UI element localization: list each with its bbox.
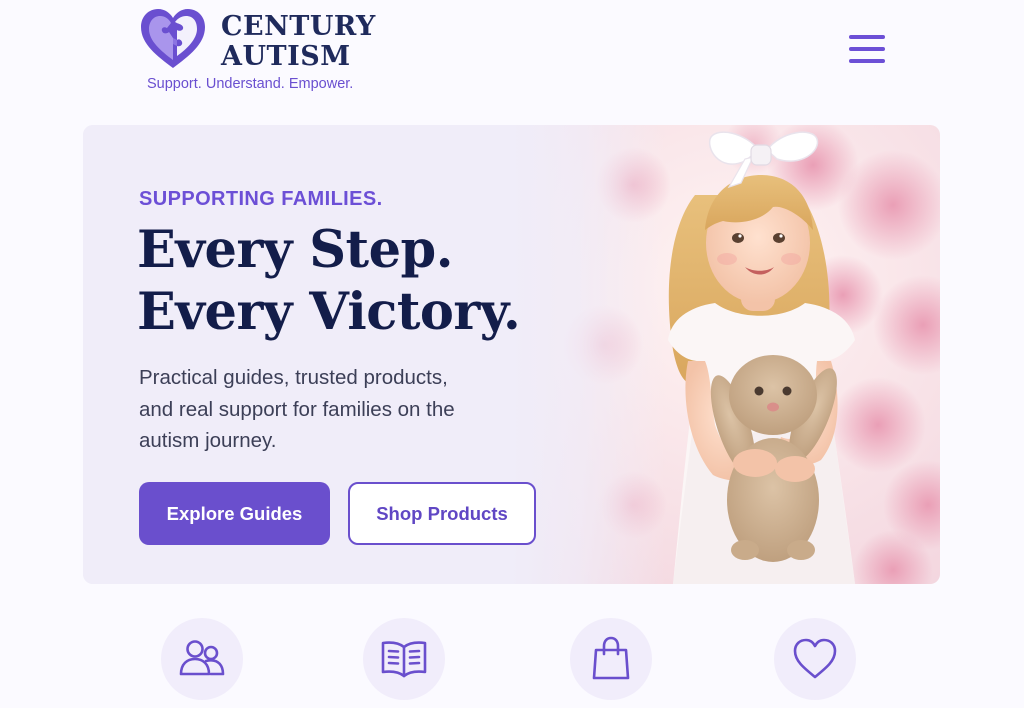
hero-headline: Every Step. Every Victory.: [137, 219, 521, 343]
hero-headline-line2: Every Victory.: [137, 282, 521, 342]
hamburger-menu-icon[interactable]: [848, 33, 886, 65]
guides-feature[interactable]: [363, 618, 445, 700]
shop-feature[interactable]: [570, 618, 652, 700]
explore-guides-button[interactable]: Explore Guides: [139, 482, 330, 545]
brand-name-line1: CENTURY: [221, 11, 376, 42]
brand-tagline: Support. Understand. Empower.: [147, 76, 354, 92]
shop-products-button[interactable]: Shop Products: [348, 482, 536, 545]
brand-logo[interactable]: CENTURY AUTISM Support. Understand. Empo…: [139, 8, 399, 98]
puzzle-heart-icon: [141, 9, 205, 68]
hero-banner: SUPPORTING FAMILIES. Every Step. Every V…: [83, 125, 940, 584]
support-feature[interactable]: [774, 618, 856, 700]
hero-subtext: Practical guides, trusted products, and …: [139, 366, 455, 452]
brand-name: CENTURY AUTISM: [221, 12, 376, 72]
menu-bar-middle: [849, 47, 885, 51]
menu-bar-top: [849, 35, 885, 39]
shopping-bag-icon: [592, 636, 630, 680]
hero-image: [483, 125, 940, 584]
brand-name-line2: AUTISM: [221, 41, 351, 72]
hero-eyebrow: SUPPORTING FAMILIES.: [139, 188, 383, 210]
people-icon: [179, 640, 225, 676]
community-feature[interactable]: [161, 618, 243, 700]
hero-headline-line1: Every Step.: [137, 220, 453, 280]
site-header: CENTURY AUTISM Support. Understand. Empo…: [0, 0, 1024, 110]
open-book-icon: [381, 641, 427, 678]
heart-icon: [793, 638, 837, 679]
menu-bar-bottom: [849, 59, 885, 63]
